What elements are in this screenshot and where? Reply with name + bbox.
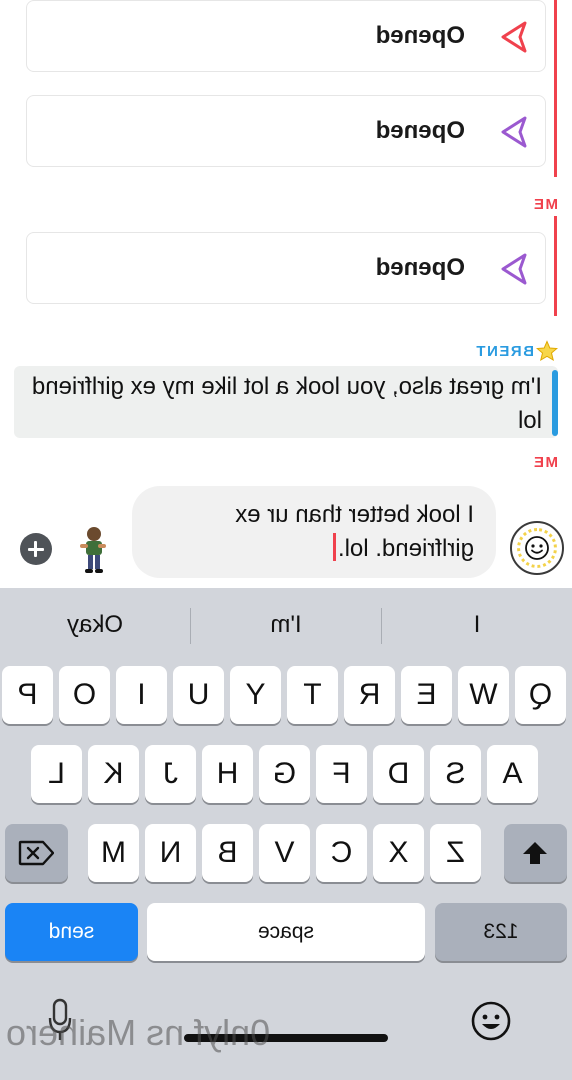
message-accent-bar [552,370,558,436]
star-icon [536,340,558,362]
backspace-icon [18,840,54,866]
opened-snap-card[interactable]: Opened [26,95,546,167]
text-caret [332,533,336,561]
message-input-text: I look better than ur ex girlfriend. lol… [235,501,474,562]
key-f[interactable]: F [316,745,367,803]
key-w[interactable]: W [458,666,509,724]
message-bubble-brent: I'm great also, you look a lot like my e… [14,366,558,438]
key-b[interactable]: B [202,824,253,882]
suggestion-2[interactable]: I'm [191,600,381,650]
snap-status-label: Opened [375,117,465,144]
key-k[interactable]: K [88,745,139,803]
snap-bar-red [554,0,557,82]
bitmoji-avatar-button[interactable] [510,521,564,575]
bitmoji-face-icon [525,536,549,560]
key-a[interactable]: A [487,745,538,803]
snapchat-chat-screen: Opened Opened ME Opened BRENT I'm great … [0,0,572,1080]
key-t[interactable]: T [287,666,338,724]
message-input[interactable]: I look better than ur ex girlfriend. lol… [132,486,496,578]
key-x[interactable]: X [373,824,424,882]
key-v[interactable]: V [259,824,310,882]
emoji-icon[interactable] [470,1000,512,1042]
send-button[interactable]: send [5,903,138,961]
key-u[interactable]: U [173,666,224,724]
key-l[interactable]: L [31,745,82,803]
suggestion-3[interactable]: Okay [0,600,190,650]
snap-bar-red [554,216,557,316]
key-i[interactable]: I [116,666,167,724]
key-n[interactable]: N [145,824,196,882]
key-c[interactable]: C [316,824,367,882]
space-key[interactable]: space [147,903,425,961]
keyboard: I I'm Okay Q W E R T Y U I O P A S D F G… [0,588,572,1080]
key-r[interactable]: R [344,666,395,724]
shift-icon [523,842,547,864]
key-e[interactable]: E [401,666,452,724]
sender-label-me: ME [532,196,559,213]
key-p[interactable]: P [2,666,53,724]
sender-label-brent: BRENT [474,343,534,360]
snap-status-label: Opened [375,254,465,281]
key-m[interactable]: M [88,824,139,882]
key-d[interactable]: D [373,745,424,803]
numbers-key[interactable]: 123 [435,903,567,961]
opened-snap-card[interactable]: Opened [26,0,546,72]
opened-snap-card[interactable]: Opened [26,232,546,304]
suggestion-divider [190,608,191,644]
snap-bar-red [554,82,557,177]
send-arrow-icon [501,21,527,53]
key-o[interactable]: O [59,666,110,724]
snap-status-label: Opened [375,22,465,49]
shift-key[interactable] [504,824,567,882]
sticker-icon[interactable] [74,524,114,576]
suggestion-divider [381,608,382,644]
sender-label-me: ME [532,454,559,471]
key-j[interactable]: J [145,745,196,803]
key-q[interactable]: Q [515,666,566,724]
key-y[interactable]: Y [230,666,281,724]
key-h[interactable]: H [202,745,253,803]
watermark-text: 0nlyf ns Maihero [6,1012,271,1053]
message-text: I'm great also, you look a lot like my e… [31,373,542,434]
plus-icon[interactable] [20,533,52,565]
send-arrow-icon [501,253,527,285]
key-z[interactable]: Z [430,824,481,882]
suggestion-1[interactable]: I [382,600,572,650]
send-arrow-icon [501,116,527,148]
key-g[interactable]: G [259,745,310,803]
key-s[interactable]: S [430,745,481,803]
backspace-key[interactable] [5,824,68,882]
